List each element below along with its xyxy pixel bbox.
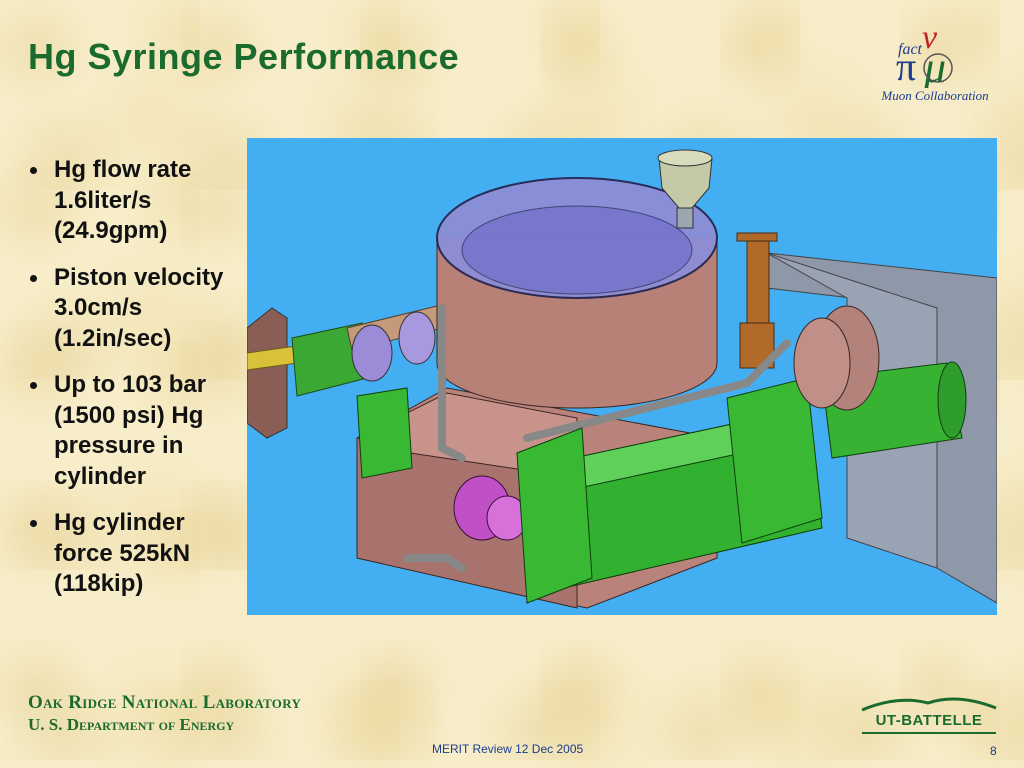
footer-lab-name: Oak Ridge National Laboratory xyxy=(28,692,302,713)
logo-caption: Muon Collaboration xyxy=(881,88,989,103)
ut-battelle-text: UT-BATTELLE xyxy=(875,712,983,729)
svg-text:π: π xyxy=(896,44,916,88)
bullet-text: Hg flow rate 1.6liter/s (24.9gpm) xyxy=(54,156,192,244)
bullet-item: Piston velocity 3.0cm/s (1.2in/sec) xyxy=(28,263,243,355)
bullet-list: Hg flow rate 1.6liter/s (24.9gpm) Piston… xyxy=(28,155,243,616)
slide-title: Hg Syringe Performance xyxy=(28,36,460,77)
green-side-block xyxy=(356,387,413,479)
hg-syringe-cad-figure xyxy=(247,138,997,615)
footer-organization: Oak Ridge National Laboratory U. S. Depa… xyxy=(28,692,301,736)
bullet-item: Hg cylinder force 525kN (118kip) xyxy=(28,508,243,600)
footer-department: U. S. Department of Energy xyxy=(28,715,235,734)
muon-collaboration-logo: fact ν π μ Muon Collaboration xyxy=(860,18,1010,108)
bullet-text: Piston velocity 3.0cm/s (1.2in/sec) xyxy=(54,263,224,352)
footer-meeting-label: MERIT Review 12 Dec 2005 xyxy=(432,742,584,756)
green-end-block-front xyxy=(516,427,593,604)
bullet-text: Hg cylinder force 525kN (118kip) xyxy=(54,509,191,597)
bullet-item: Up to 103 bar (1500 psi) Hg pressure in … xyxy=(28,370,243,492)
bullet-text: Up to 103 bar (1500 psi) Hg pressure in … xyxy=(54,371,207,490)
hg-syringe-drawing xyxy=(247,149,997,609)
bullet-dot-icon xyxy=(30,167,37,174)
bullet-dot-icon xyxy=(30,520,37,527)
green-end-block-back xyxy=(726,377,823,544)
bullet-dot-icon xyxy=(30,274,37,282)
ut-battelle-logo: UT-BATTELLE xyxy=(858,693,1000,739)
bullet-dot-icon xyxy=(30,382,37,389)
fact-nu-mu-logo-icon: fact ν π μ xyxy=(896,19,953,92)
left-flange xyxy=(247,307,288,439)
bullet-item: Hg flow rate 1.6liter/s (24.9gpm) xyxy=(28,155,243,247)
slide-page-number: 8 xyxy=(990,744,997,758)
